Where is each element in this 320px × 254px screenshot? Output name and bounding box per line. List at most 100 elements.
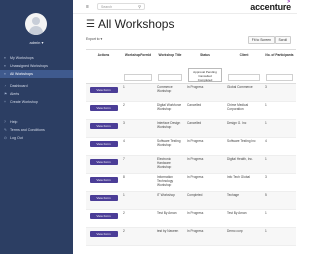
client-cell: Chime Medical Corporation <box>227 103 249 111</box>
view-form-button[interactable]: View Form <box>89 105 118 111</box>
list-icon: ≡ <box>4 56 6 60</box>
pencil-icon: ✎ <box>4 128 7 132</box>
participants-cell: 1 <box>265 157 267 161</box>
view-form-button[interactable]: View Form <box>89 159 118 165</box>
plus-icon: + <box>4 100 6 104</box>
table-row: View Form 4 Software Testing Workshop In Pr… <box>86 138 296 156</box>
workshop-title-cell: IT Workshop <box>157 193 175 197</box>
status-cell: Completed <box>187 193 203 197</box>
filter-input[interactable] <box>124 74 152 81</box>
status-cell: In Progress <box>187 175 204 179</box>
search-placeholder: Search <box>101 5 113 9</box>
sidebar-item-label: Create Workshop <box>10 100 38 104</box>
status-filter-dropdown[interactable]: Approval Pending Cancelled Completed <box>188 68 222 82</box>
workshop-id-cell: 2 <box>123 211 125 215</box>
workshop-title-cell: test by Naveen <box>157 229 179 233</box>
view-form-button[interactable]: View Form <box>89 123 118 129</box>
workshop-id-cell: 2 <box>123 229 125 233</box>
view-form-button[interactable]: View Form <box>89 177 118 183</box>
page-title: ☰ All Workshops <box>86 17 174 31</box>
workshop-title-cell: Test By Aman <box>157 211 177 215</box>
filter-input[interactable] <box>266 74 293 81</box>
sidebar-item-label: Unassigned Workshops <box>10 64 48 68</box>
side-nav: ≡ My Workshops ≡ Unassigned Workshops ≡ All… <box>0 54 73 142</box>
list-icon: ≡ <box>4 72 6 76</box>
sidebar-item-all-workshops[interactable]: ≡ All Workshops <box>0 70 73 78</box>
sidebar-item-create-workshop[interactable]: + Create Workshop <box>0 98 73 106</box>
workshop-title-cell: Information Technology Workshop <box>157 175 174 187</box>
sidebar-item-dashboard[interactable]: ◔ Dashboard <box>0 82 73 90</box>
sidebar-item-label: Help <box>10 120 18 124</box>
status-cell: In Progress <box>187 229 204 233</box>
fit-to-screen-button[interactable]: Fit to Screen <box>247 36 275 44</box>
brand-mark: > <box>287 0 290 5</box>
search-icon[interactable]: ⚲ <box>138 4 141 10</box>
scroll-button[interactable]: Scroll <box>274 36 291 44</box>
column-header-title[interactable]: Workshop Title <box>155 50 185 83</box>
page-title-text: All Workshops <box>97 17 175 31</box>
participants-cell: 1 <box>265 103 267 107</box>
actions-cell: View Form <box>86 228 121 245</box>
workshop-id-cell: 2 <box>123 103 125 107</box>
workshop-title-cell: Electronic Hardware Workshop <box>157 157 172 169</box>
view-form-button[interactable]: View Form <box>89 231 118 237</box>
user-menu[interactable]: admin ▾ <box>0 40 73 45</box>
list-icon: ☰ <box>86 18 95 30</box>
sidebar-item-my-workshops[interactable]: ≡ My Workshops <box>0 54 73 62</box>
sidebar-item-alerts[interactable]: ⚑ Alerts <box>0 90 73 98</box>
table-row: View Form 2 Test By Aman In Progress Test By… <box>86 210 296 228</box>
client-cell: Demo corp <box>227 229 243 233</box>
avatar[interactable] <box>25 13 47 35</box>
sidebar: admin ▾ ≡ My Workshops ≡ Unassigned Worksh… <box>0 0 73 254</box>
sidebar-item-label: Terms and Conditions <box>10 128 45 132</box>
actions-cell: View Form <box>86 192 121 209</box>
actions-cell: View Form <box>86 102 121 119</box>
top-bar: ≡ Search ⚲ > accenture <box>73 0 297 14</box>
column-header-client[interactable]: Client <box>225 50 263 83</box>
actions-cell: View Form <box>86 138 121 155</box>
search-input[interactable]: Search ⚲ <box>97 3 145 10</box>
table-row: View Form 2 Digital Workforce Workshop Canc… <box>86 102 296 120</box>
view-form-button[interactable]: View Form <box>89 195 118 201</box>
workshops-table: Actions WorkshopFormId Workshop Title St… <box>86 49 296 246</box>
table-row: View Form 7 Electronic Hardware Workshop In… <box>86 156 296 174</box>
actions-cell: View Form <box>86 174 121 191</box>
workshop-id-cell: 1 <box>123 193 125 197</box>
status-option[interactable]: Completed <box>189 78 221 82</box>
client-cell: Techage <box>227 193 240 197</box>
table-row: View Form 2 test by Naveen In Progress Demo … <box>86 228 296 246</box>
sidebar-item-help[interactable]: ? Help <box>0 118 73 126</box>
client-cell: Design G. Inc <box>227 121 247 125</box>
workshop-id-cell: 7 <box>123 157 125 161</box>
view-form-button[interactable]: View Form <box>89 87 118 93</box>
participants-cell: 3 <box>265 85 267 89</box>
sidebar-item-terms[interactable]: ✎ Terms and Conditions <box>0 126 73 134</box>
table-row: View Form 3 Interface Design Workshop Cance… <box>86 120 296 138</box>
column-header-participants[interactable]: No. of Participants <box>263 50 296 83</box>
column-header-workshopformid[interactable]: WorkshopFormId <box>121 50 155 83</box>
column-header-status[interactable]: Status Approval Pending Cancelled Comple… <box>185 50 225 83</box>
filter-input[interactable] <box>158 74 182 81</box>
filter-input[interactable] <box>228 74 260 81</box>
sidebar-item-unassigned-workshops[interactable]: ≡ Unassigned Workshops <box>0 62 73 70</box>
export-dropdown[interactable]: Export to ▾ <box>86 36 102 42</box>
status-cell: Cancelled <box>187 121 202 125</box>
sidebar-item-label: Alerts <box>10 92 20 96</box>
hamburger-menu-icon[interactable]: ≡ <box>86 4 89 10</box>
client-cell: Info Tech Global <box>227 175 250 179</box>
participants-cell: 1 <box>265 121 267 125</box>
status-cell: Cancelled <box>187 103 202 107</box>
view-form-button[interactable]: View Form <box>89 141 118 147</box>
workshop-id-cell: 8 <box>123 175 125 179</box>
status-cell: In Progress <box>187 157 204 161</box>
participants-cell: 4 <box>265 139 267 143</box>
sidebar-item-log-out[interactable]: ⏻ Log Out <box>0 134 73 142</box>
participants-cell: 1 <box>265 229 267 233</box>
workshop-title-cell: Commerce Workshop <box>157 85 173 93</box>
view-form-button[interactable]: View Form <box>89 213 118 219</box>
participants-cell: 5 <box>265 193 267 197</box>
table-row: View Form 1 IT Workshop Completed Techage 5 <box>86 192 296 210</box>
brand-name: accenture <box>250 2 291 12</box>
client-cell: Software Testing Inc <box>227 139 256 143</box>
workshop-title-cell: Software Testing Workshop <box>157 139 181 147</box>
